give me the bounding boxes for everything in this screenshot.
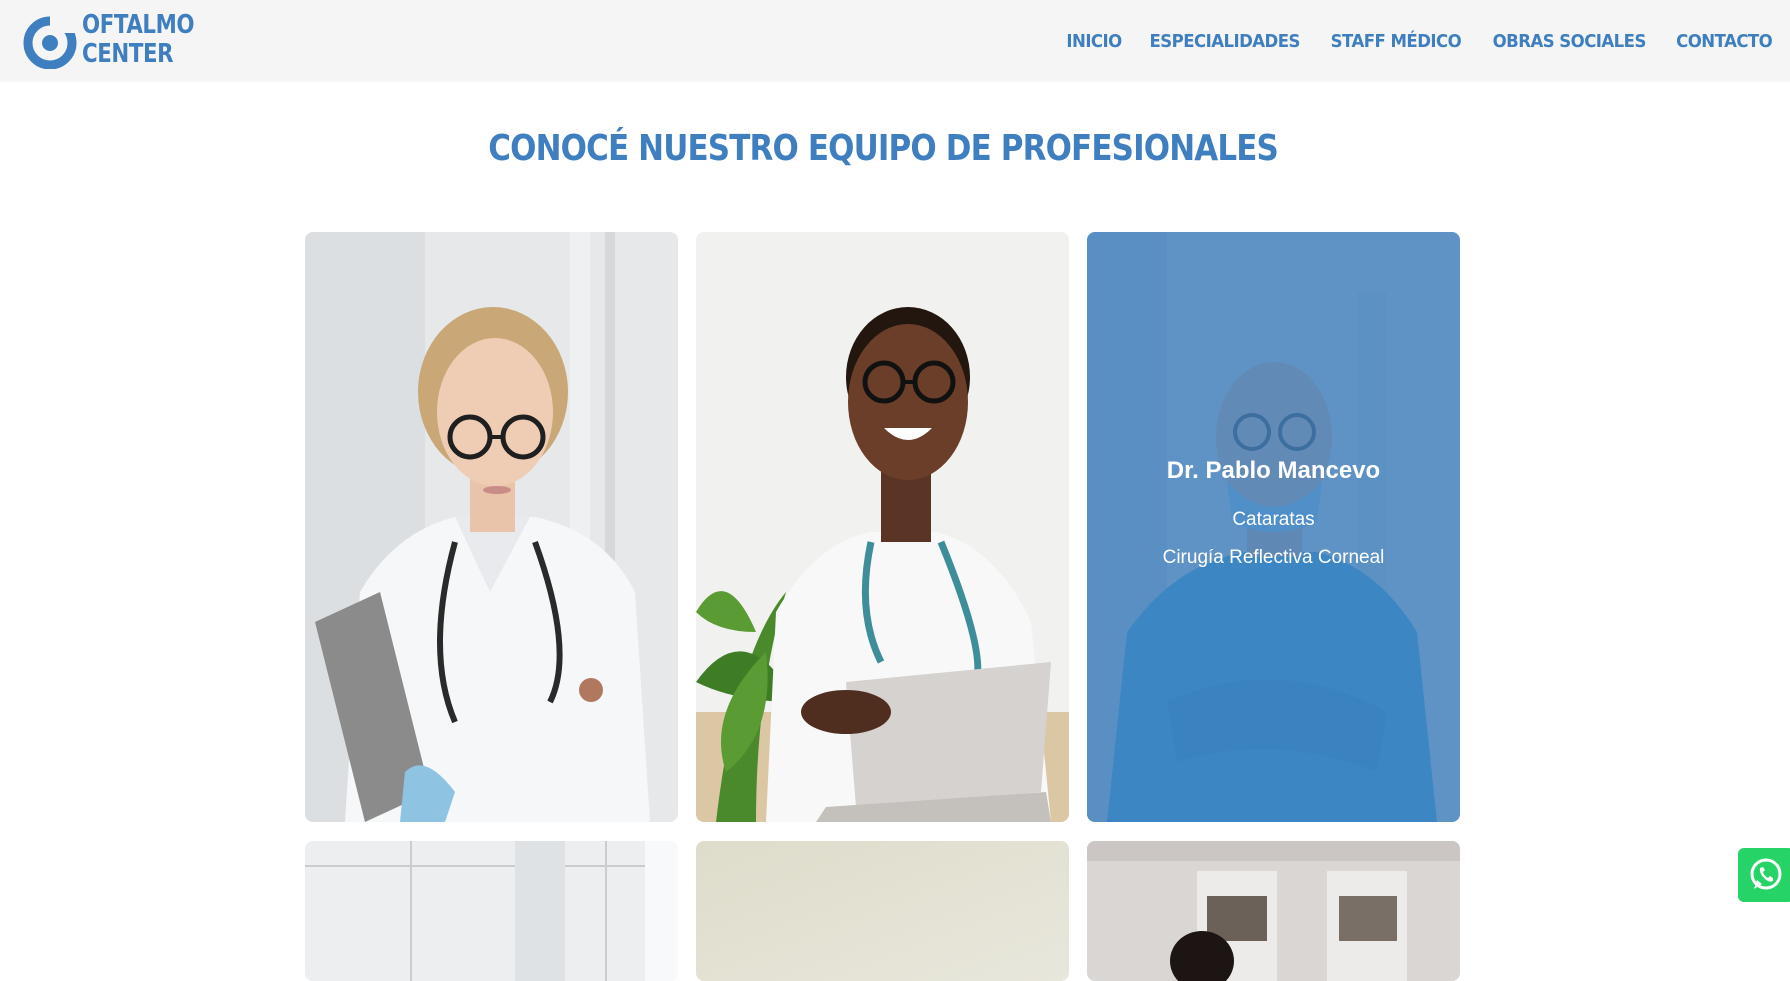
nav-staff-medico[interactable]: STAFF MÉDICO [1331, 31, 1462, 52]
doctor-card-4[interactable] [305, 841, 678, 981]
site-logo[interactable]: OFTALMO CENTER [22, 11, 202, 71]
doctor-photo-6 [1087, 841, 1460, 981]
nav-especialidades[interactable]: ESPECIALIDADES [1149, 31, 1300, 52]
doctor-photo-4 [305, 841, 678, 981]
nav-inicio[interactable]: INICIO [1066, 31, 1122, 52]
nav-contacto[interactable]: CONTACTO [1676, 31, 1773, 52]
doctor-photo-1 [305, 232, 678, 822]
doctor-card-6[interactable] [1087, 841, 1460, 981]
doctor-specialty-1: Cataratas [1232, 509, 1315, 530]
site-header: OFTALMO CENTER INICIO ESPECIALIDADES STA… [0, 0, 1790, 82]
doctor-specialty-2: Cirugía Reflectiva Corneal [1162, 547, 1385, 568]
logo-line-2: CENTER [82, 39, 174, 69]
doctor-card-overlay: Dr. Pablo Mancevo Cataratas Cirugía Refl… [1087, 232, 1460, 822]
whatsapp-button[interactable] [1738, 848, 1790, 902]
main-nav: INICIO ESPECIALIDADES STAFF MÉDICO OBRAS… [1064, 0, 1776, 82]
doctor-card-1[interactable] [305, 232, 678, 822]
logo-line-1: OFTALMO [82, 10, 195, 40]
doctor-card-2[interactable] [696, 232, 1069, 822]
eye-logo-icon [23, 15, 78, 69]
doctor-photo-5 [696, 841, 1069, 981]
doctor-card-5[interactable] [696, 841, 1069, 981]
nav-obras-sociales[interactable]: OBRAS SOCIALES [1493, 31, 1647, 52]
section-title: CONOCÉ NUESTRO EQUIPO DE PROFESIONALES [488, 128, 1279, 169]
whatsapp-icon [1750, 858, 1782, 890]
doctor-name: Dr. Pablo Mancevo [1166, 457, 1381, 484]
logo-wordmark: OFTALMO CENTER [82, 10, 195, 69]
doctor-photo-2 [696, 232, 1069, 822]
doctor-card-3[interactable]: Dr. Pablo Mancevo Cataratas Cirugía Refl… [1087, 232, 1460, 822]
